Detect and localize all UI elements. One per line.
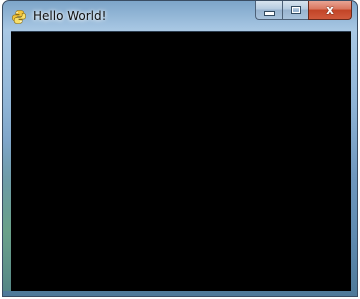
minimize-button[interactable]: [255, 1, 282, 20]
caption-buttons: x: [255, 1, 352, 20]
title-bar[interactable]: Hello World! x: [3, 1, 357, 31]
close-button[interactable]: x: [308, 1, 352, 20]
maximize-button[interactable]: [282, 1, 308, 20]
pygame-snake-icon[interactable]: [11, 9, 27, 25]
app-window: Hello World! x: [2, 0, 358, 297]
minimize-icon: [263, 10, 275, 16]
close-icon: x: [326, 3, 334, 17]
window-title: Hello World!: [33, 9, 107, 23]
game-canvas[interactable]: [11, 31, 351, 291]
maximize-icon: [290, 6, 301, 14]
